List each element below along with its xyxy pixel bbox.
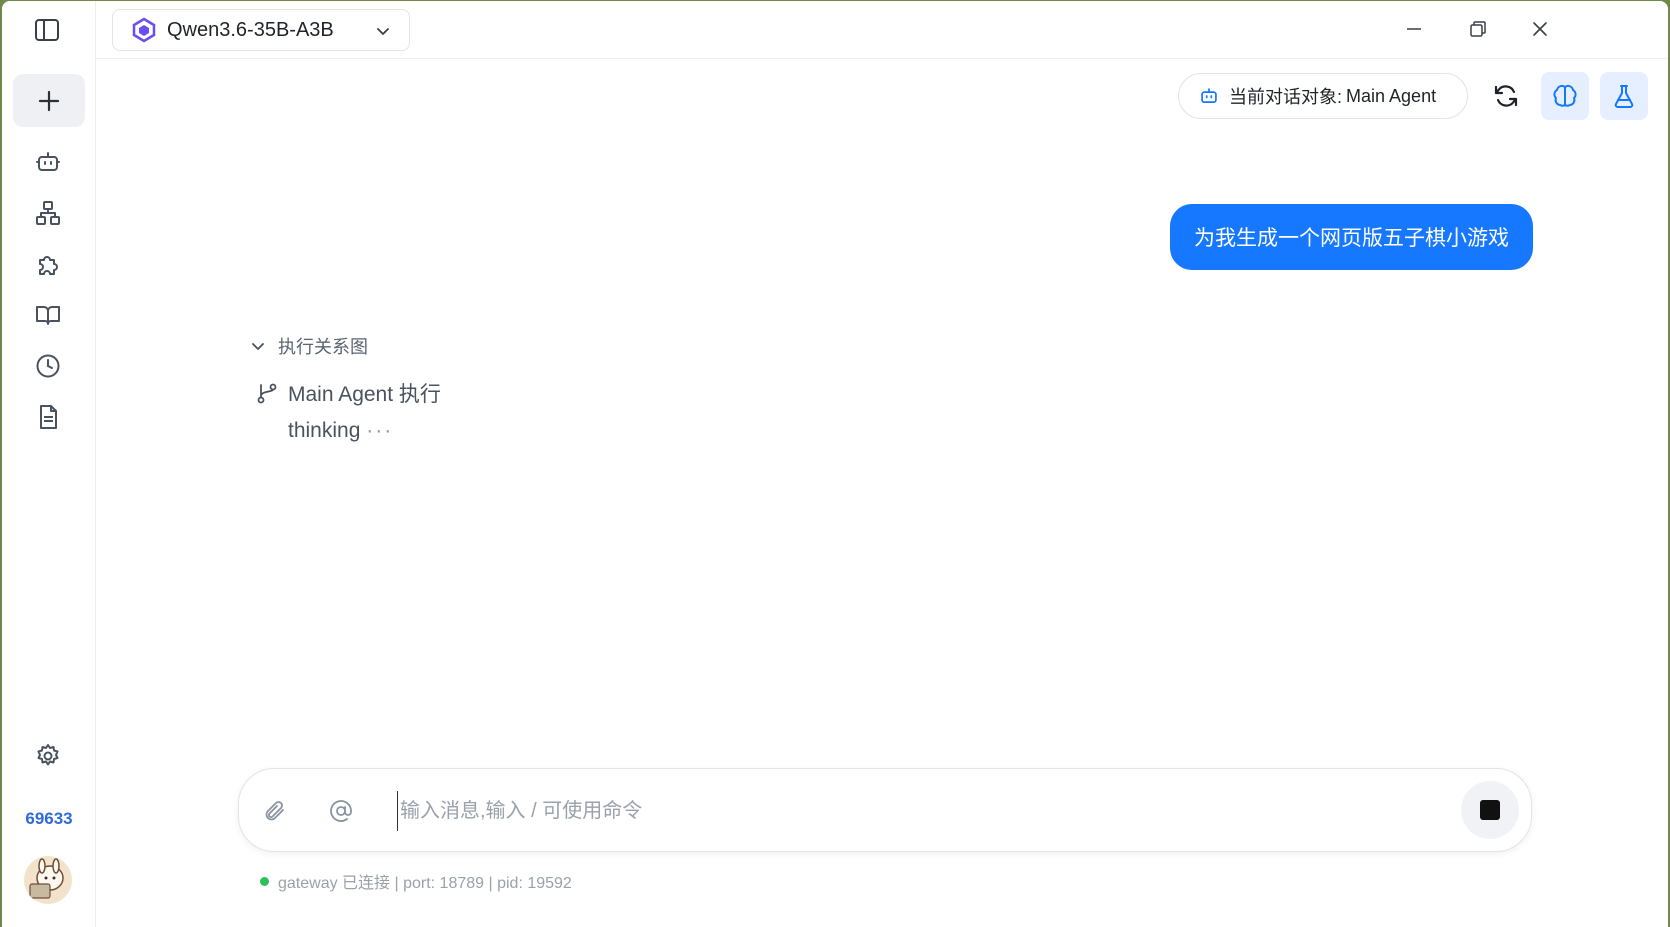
sidebar-item-docs[interactable] [33, 402, 63, 432]
puzzle-icon [39, 256, 58, 275]
sidebar-item-history[interactable] [33, 351, 63, 381]
book-icon [36, 306, 60, 325]
sidebar-item-agents[interactable] [33, 147, 63, 177]
sidebar: 69633 [2, 1, 96, 927]
gateway-status: gateway 已连接 | port: 18789 | pid: 19592 [260, 869, 572, 893]
sidebar-item-settings[interactable] [33, 741, 63, 771]
model-selector[interactable]: Qwen3.6-35B-A3B [112, 9, 410, 51]
bot-icon [36, 152, 60, 171]
title-bar: Qwen3.6-35B-A3B [96, 1, 1668, 59]
minimize-button[interactable] [1400, 15, 1428, 43]
paperclip-icon [265, 801, 284, 821]
restore-button[interactable] [1464, 15, 1492, 43]
flask-icon [1614, 85, 1634, 108]
thinking-dots: ··· [366, 419, 394, 442]
user-message-bubble: 为我生成一个网页版五子棋小游戏 [1170, 204, 1533, 270]
lab-toggle-button[interactable] [1600, 72, 1648, 120]
thinking-indicator: thinking ··· [288, 419, 393, 443]
sidebar-item-plugins[interactable] [33, 249, 63, 279]
brain-toggle-button[interactable] [1541, 72, 1589, 120]
sidebar-item-knowledge[interactable] [33, 300, 63, 330]
branch-icon [257, 383, 277, 404]
plus-icon [38, 90, 60, 111]
at-icon [330, 800, 352, 822]
attach-button[interactable] [261, 797, 289, 825]
new-chat-button[interactable] [13, 74, 85, 127]
gear-icon [37, 744, 59, 766]
sidebar-count: 69633 [25, 809, 73, 828]
stop-button[interactable] [1461, 781, 1519, 839]
chevron-down-icon [252, 343, 264, 350]
hierarchy-icon [36, 201, 60, 225]
exec-graph-toggle[interactable]: 执行关系图 [250, 333, 368, 359]
sidebar-item-workflow[interactable] [33, 198, 63, 228]
model-name: Qwen3.6-35B-A3B [167, 18, 334, 41]
agent-value: Main Agent [1346, 85, 1437, 106]
refresh-button[interactable] [1482, 72, 1530, 120]
agent-label: 当前对话对象: [1229, 87, 1343, 107]
restore-icon [1470, 21, 1486, 37]
stop-icon [1480, 800, 1500, 820]
bot-icon [1201, 88, 1217, 103]
qwen-logo-icon [132, 17, 156, 43]
mention-button[interactable] [327, 797, 355, 825]
document-icon [40, 405, 57, 429]
status-text: gateway 已连接 | port: 18789 | pid: 19592 [278, 875, 572, 892]
exec-node-label: Main Agent 执行 [288, 383, 441, 406]
message-input[interactable] [397, 791, 1397, 831]
brain-icon [1553, 84, 1577, 107]
close-icon [1533, 22, 1547, 36]
minimize-icon [1407, 28, 1421, 30]
chevron-down-icon [377, 28, 389, 35]
status-dot [260, 876, 269, 886]
refresh-icon [1494, 85, 1518, 107]
exec-graph-label: 执行关系图 [278, 337, 368, 357]
avatar[interactable] [24, 856, 72, 904]
clock-icon [36, 354, 60, 378]
sidebar-toggle-icon[interactable] [33, 18, 61, 42]
app-window: 69633 Qwen3.6-35B-A3B 当前对话对象: Main Agent [2, 1, 1668, 927]
thinking-label: thinking [288, 419, 361, 442]
message-composer [238, 768, 1532, 852]
current-agent-selector[interactable]: 当前对话对象: Main Agent [1178, 73, 1468, 119]
close-button[interactable] [1526, 15, 1554, 43]
exec-node: Main Agent 执行 [256, 378, 441, 408]
